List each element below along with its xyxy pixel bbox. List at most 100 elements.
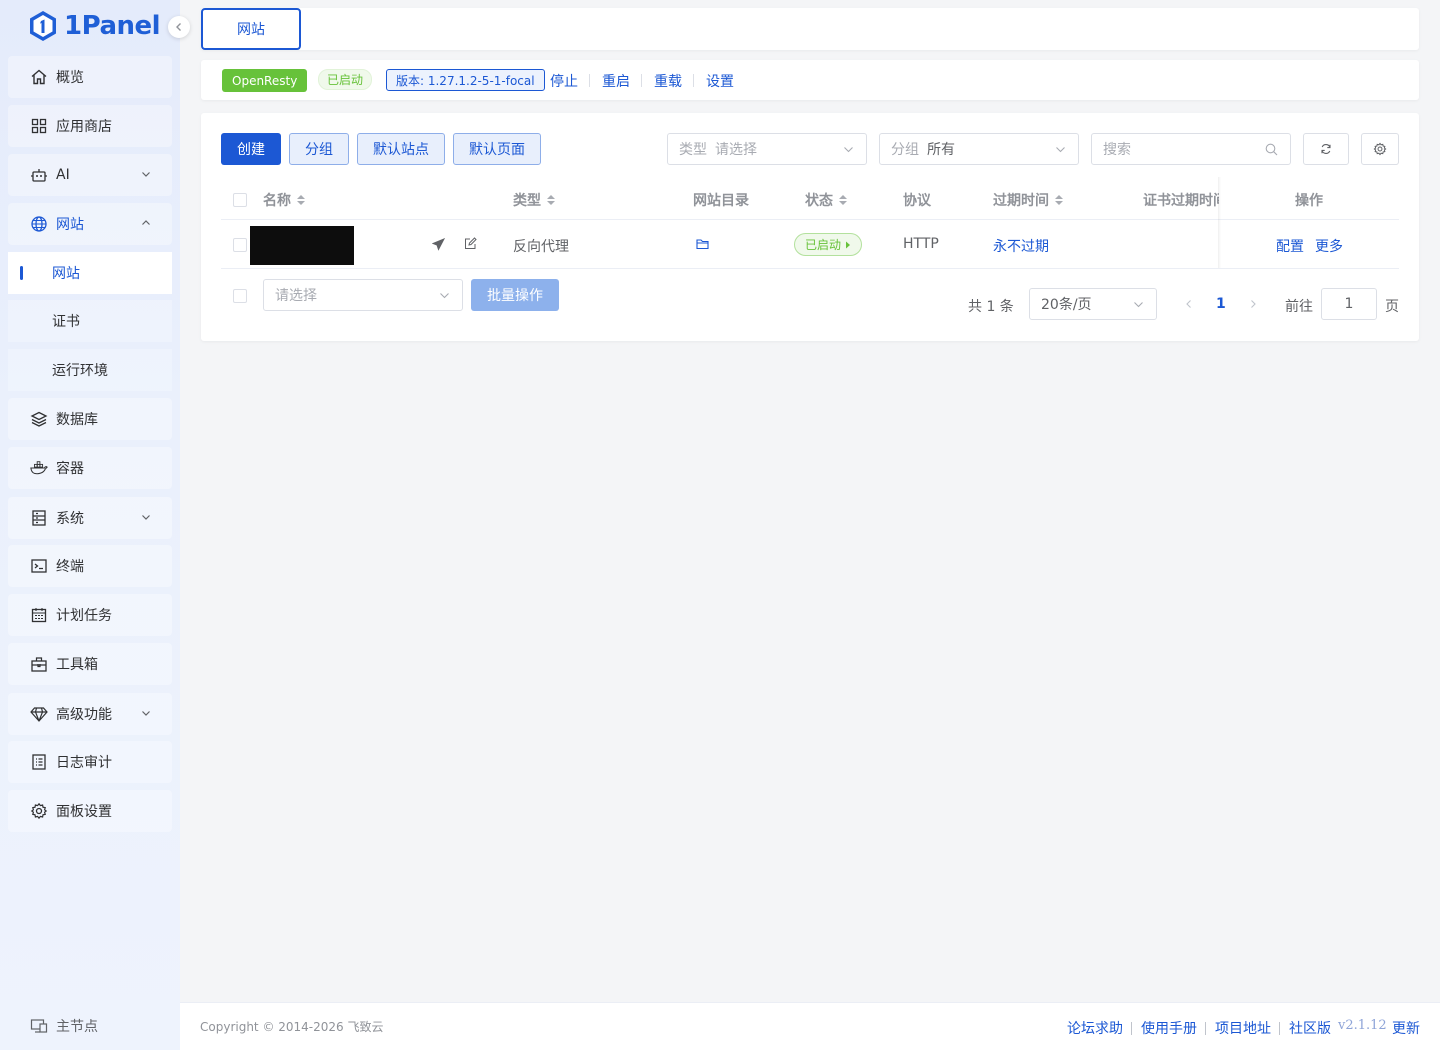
- refresh-icon: [1321, 144, 1331, 154]
- folder-icon[interactable]: [696, 238, 710, 250]
- sidebar-item-app-store[interactable]: 应用商店: [8, 105, 172, 147]
- row-status-badge[interactable]: 已启动: [794, 233, 863, 256]
- sidebar-item-label: 容器: [56, 461, 84, 477]
- refresh-button[interactable]: [1303, 133, 1349, 165]
- sort-icon[interactable]: [547, 195, 555, 205]
- select-all-checkbox[interactable]: [233, 193, 247, 207]
- sidebar-subitem-runtime[interactable]: 运行环境: [8, 349, 172, 391]
- sidebar-item-ai[interactable]: AI: [8, 154, 172, 196]
- brand-logo[interactable]: 1Panel: [28, 8, 161, 44]
- sidebar-subitem-certificate[interactable]: 证书: [8, 300, 172, 342]
- search-input[interactable]: 搜索: [1091, 133, 1291, 165]
- table-settings-button[interactable]: [1361, 133, 1399, 165]
- sidebar-item-label: 工具箱: [56, 657, 98, 673]
- version-text: v2.1.12: [1338, 1018, 1387, 1033]
- project-address-link[interactable]: 项目地址: [1215, 1018, 1271, 1038]
- sidebar-item-overview[interactable]: 概览: [8, 56, 172, 98]
- sidebar-item-terminal[interactable]: 终端: [8, 545, 172, 587]
- sidebar: 1Panel 概览 应用商店 AI 网站 网站 证书 运行环境 数据库 容器 系…: [0, 0, 190, 1050]
- default-site-button[interactable]: 默认站点: [357, 133, 445, 165]
- row-checkbox[interactable]: [233, 238, 247, 252]
- chevron-down-icon: [142, 711, 150, 716]
- bulk-action-placeholder: 请选择: [275, 288, 317, 304]
- tab-label: 网站: [237, 22, 265, 38]
- sort-icon[interactable]: [297, 195, 305, 205]
- restart-button[interactable]: 重启: [602, 71, 630, 91]
- sidebar-item-system[interactable]: 系统: [8, 497, 172, 539]
- next-page-icon[interactable]: [1248, 299, 1258, 309]
- redacted-site-name: [250, 226, 354, 265]
- type-filter-select[interactable]: 类型 请选择: [667, 133, 867, 165]
- sidebar-subitem-label: 运行环境: [52, 363, 108, 379]
- column-header-status[interactable]: 状态: [805, 190, 847, 210]
- host-node-switcher[interactable]: 主节点: [30, 1016, 98, 1036]
- stop-button[interactable]: 停止: [550, 71, 578, 91]
- prev-page-icon[interactable]: [1184, 299, 1194, 309]
- column-label: 名称: [263, 193, 291, 209]
- sort-icon[interactable]: [1055, 195, 1063, 205]
- page-size-value: 20条/页: [1041, 297, 1092, 313]
- more-link[interactable]: 更多: [1315, 236, 1343, 256]
- column-header-type[interactable]: 类型: [513, 190, 555, 210]
- goto-label: 前往: [1285, 299, 1313, 315]
- current-page[interactable]: 1: [1216, 296, 1226, 312]
- user-manual-link[interactable]: 使用手册: [1141, 1018, 1197, 1038]
- calendar-icon: [30, 606, 48, 624]
- row-status-text: 已启动: [805, 238, 842, 252]
- bulk-action-select[interactable]: 请选择: [263, 279, 463, 311]
- configure-link[interactable]: 配置: [1276, 236, 1304, 256]
- tab-website[interactable]: 网站: [201, 8, 301, 50]
- page-size-select[interactable]: 20条/页: [1029, 288, 1157, 320]
- row-expire-link[interactable]: 永不过期: [993, 236, 1049, 256]
- sidebar-item-database[interactable]: 数据库: [8, 398, 172, 440]
- sort-icon[interactable]: [839, 195, 847, 205]
- total-count: 共 1 条: [968, 299, 1014, 315]
- sidebar-item-panel-settings[interactable]: 面板设置: [8, 790, 172, 832]
- goto-page-input[interactable]: 1: [1321, 288, 1377, 320]
- update-link[interactable]: 更新: [1392, 1018, 1420, 1038]
- sidebar-subitem-website[interactable]: 网站: [8, 252, 172, 294]
- sidebar-item-website[interactable]: 网站: [8, 203, 172, 245]
- search-icon[interactable]: [1265, 143, 1278, 156]
- footer: Copyright © 2014-2026 飞致云 论坛求助 使用手册 项目地址…: [180, 1002, 1440, 1050]
- sidebar-subitem-label: 证书: [52, 314, 80, 330]
- chevron-down-icon: [142, 172, 150, 177]
- host-node-label: 主节点: [56, 1019, 98, 1035]
- group-button[interactable]: 分组: [289, 133, 349, 165]
- collapse-sidebar-button[interactable]: [168, 16, 190, 38]
- sidebar-item-container[interactable]: 容器: [8, 447, 172, 489]
- sidebar-item-toolbox[interactable]: 工具箱: [8, 643, 172, 685]
- sidebar-item-cron[interactable]: 计划任务: [8, 594, 172, 636]
- community-edition-link[interactable]: 社区版: [1289, 1018, 1331, 1038]
- chevron-down-icon: [440, 293, 449, 299]
- chevron-up-icon: [142, 220, 150, 225]
- chevron-down-icon: [1134, 302, 1143, 308]
- row-protocol: HTTP: [903, 236, 939, 252]
- column-header-expire[interactable]: 过期时间: [993, 190, 1063, 210]
- sidebar-item-label: 高级功能: [56, 707, 112, 723]
- divider: [589, 74, 590, 87]
- send-icon[interactable]: [432, 238, 445, 251]
- app-status-badge: 已启动: [318, 69, 373, 90]
- column-label: 网站目录: [693, 193, 749, 209]
- edit-icon[interactable]: [464, 237, 477, 250]
- sidebar-item-advanced[interactable]: 高级功能: [8, 693, 172, 735]
- settings-button[interactable]: 设置: [706, 71, 734, 91]
- group-filter-label: 分组: [891, 142, 919, 158]
- sidebar-subitem-label: 网站: [52, 266, 80, 282]
- bulk-action-button[interactable]: 批量操作: [471, 279, 559, 311]
- forum-help-link[interactable]: 论坛求助: [1067, 1018, 1123, 1038]
- gear-icon: [30, 802, 48, 820]
- active-indicator: [20, 266, 23, 280]
- page-tab-bar: 网站: [201, 8, 1419, 50]
- create-website-button[interactable]: 创建: [221, 133, 281, 165]
- globe-icon: [30, 215, 48, 233]
- column-header-name[interactable]: 名称: [263, 190, 305, 210]
- column-header-actions: 操作: [1295, 190, 1323, 210]
- group-filter-select[interactable]: 分组 所有: [879, 133, 1079, 165]
- default-page-button[interactable]: 默认页面: [453, 133, 541, 165]
- bulk-select-checkbox[interactable]: [233, 289, 247, 303]
- column-header-protocol: 协议: [903, 190, 931, 210]
- sidebar-item-log-audit[interactable]: 日志审计: [8, 741, 172, 783]
- reload-button[interactable]: 重载: [654, 71, 682, 91]
